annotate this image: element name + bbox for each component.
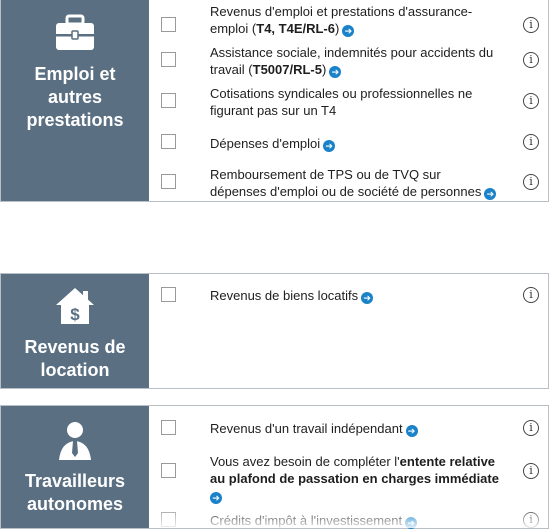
section-location: $ Revenus de location Revenus de biens l… [0,273,549,389]
checkbox[interactable] [161,52,176,67]
item-label[interactable]: Dépenses d'emploi ➔ [210,135,500,152]
section-title: Revenus de location [24,337,126,380]
section-emploi: Emploi et autres prestations Revenus d'e… [0,0,549,202]
person-tie-icon [59,422,91,460]
info-icon[interactable]: i [523,17,539,33]
section-title: Emploi et autres prestations [26,64,124,130]
arrow-link-icon[interactable]: ➔ [323,140,336,152]
briefcase-icon [56,14,94,50]
arrow-link-icon[interactable]: ➔ [405,517,418,529]
checkbox[interactable] [161,174,176,189]
checkbox[interactable] [161,287,176,302]
arrow-link-icon[interactable]: ➔ [210,492,222,504]
info-icon[interactable]: i [523,463,539,479]
section-sidebar: Travailleurs autonomes [1,406,149,528]
section-travailleurs-autonomes: Travailleurs autonomes Revenus d'un trav… [0,405,549,529]
arrow-link-icon[interactable]: ➔ [484,188,497,200]
checkbox[interactable] [161,17,176,32]
checkbox[interactable] [161,134,176,149]
section-title: Travailleurs autonomes [24,471,126,514]
house-dollar-icon: $ [56,288,94,324]
arrow-link-icon[interactable]: ➔ [405,425,418,437]
item-label[interactable]: Vous avez besoin de compléter l'entente … [210,453,500,504]
info-icon[interactable]: i [523,512,539,528]
info-icon[interactable]: i [523,93,539,109]
arrow-link-icon[interactable]: ➔ [342,25,355,37]
info-icon[interactable]: i [523,420,539,436]
info-icon[interactable]: i [523,52,539,68]
item-label[interactable]: Cotisations syndicales ou professionnell… [210,85,500,119]
item-label[interactable]: Revenus d'un travail indépendant ➔ [210,420,500,437]
item-label[interactable]: Assistance sociale, indemnités pour acci… [210,44,500,78]
arrow-link-icon[interactable]: ➔ [361,292,374,304]
item-label[interactable]: Crédits d'impôt à l'investissement ➔ [210,512,500,529]
item-label[interactable]: Remboursement de TPS ou de TVQ sur dépen… [210,166,500,200]
info-icon[interactable]: i [523,287,539,303]
item-label[interactable]: Revenus d'emploi et prestations d'assura… [210,3,500,37]
section-sidebar: Emploi et autres prestations [1,0,149,201]
info-icon[interactable]: i [523,134,539,150]
checkbox[interactable] [161,420,176,435]
checkbox[interactable] [161,463,176,478]
arrow-link-icon[interactable]: ➔ [329,66,342,78]
item-label[interactable]: Revenus de biens locatifs ➔ [210,287,500,304]
svg-text:$: $ [70,305,80,324]
checkbox[interactable] [161,93,176,108]
info-icon[interactable]: i [523,174,539,190]
section-sidebar: $ Revenus de location [1,274,149,388]
